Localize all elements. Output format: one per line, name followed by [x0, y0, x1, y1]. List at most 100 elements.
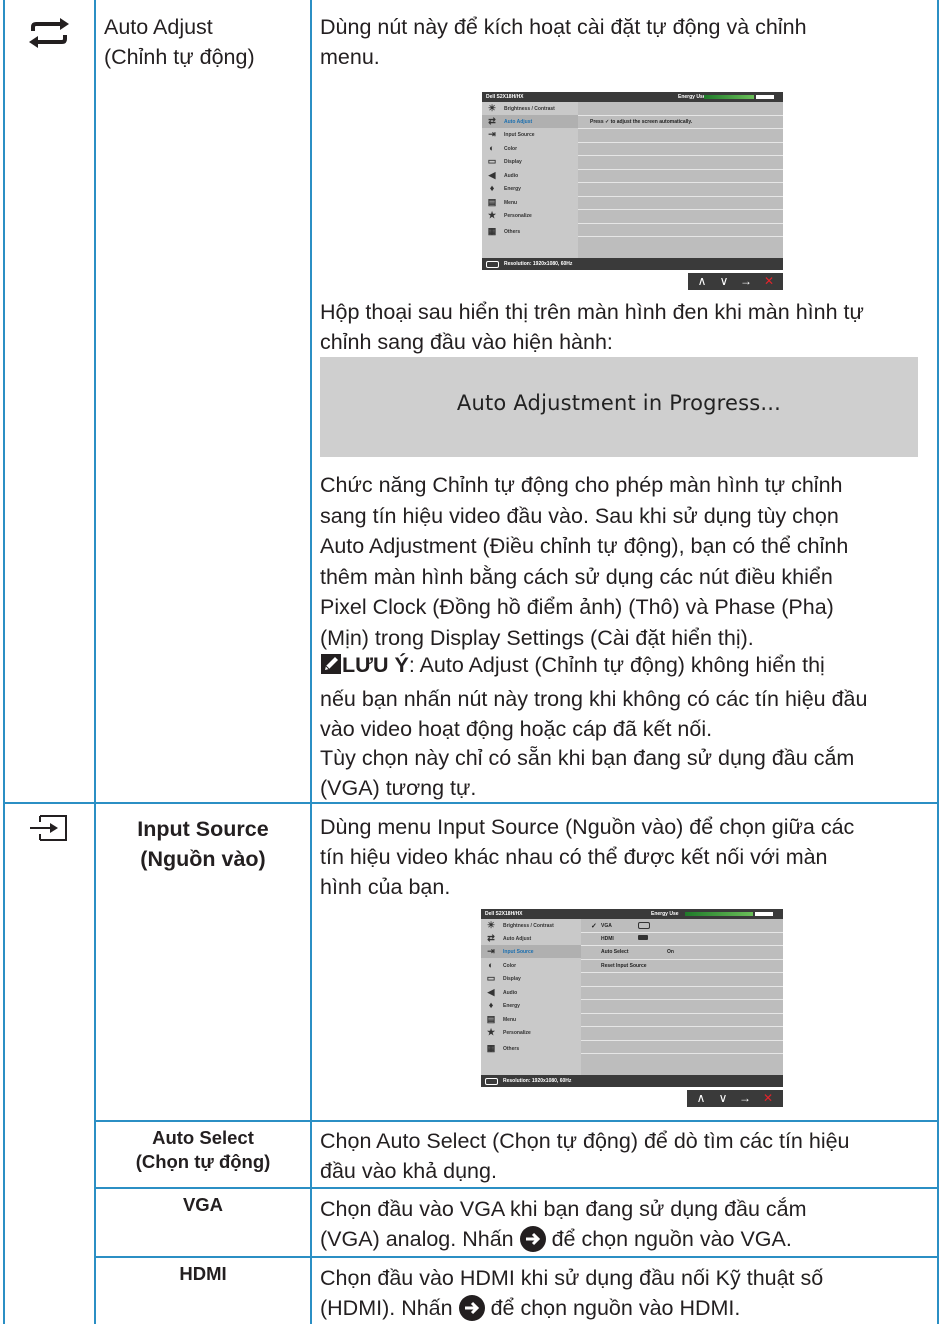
osd-line: [581, 1053, 783, 1054]
osd-item-color: ◐ Color: [481, 959, 581, 972]
osd-line: [578, 169, 783, 170]
hdmi-name: HDMI: [179, 1263, 227, 1284]
vga-desc-text: để chọn nguồn vào VGA.: [551, 1227, 792, 1251]
up-icon: ∧: [696, 1091, 706, 1105]
osd-item-color: ◐ Color: [482, 142, 578, 155]
note-pencil-icon: [320, 653, 342, 684]
osd-nav-buttons: ∧ ∨ → ✕: [688, 273, 783, 290]
osd-content: ✓ VGA HDMI Auto Select On Reset Input So…: [581, 919, 783, 1075]
star-icon: ★: [486, 1027, 496, 1037]
sun-icon: ☀: [487, 103, 497, 113]
osd-auto-adjust-hint: Press ✓ to adjust the screen automatical…: [590, 119, 693, 125]
auto-select-name: Auto Select (Chọn tự động): [135, 1127, 271, 1172]
osd-item-audio: ◀ Audio: [481, 986, 581, 999]
sun-icon: ☀: [486, 920, 496, 930]
display-icon: ▭: [487, 156, 497, 166]
arrow-right-icon: →: [739, 1091, 751, 1105]
osd-auto-adjust-screenshot: Dell S2X18H/HX Energy Use ☀ Brightness / …: [482, 92, 783, 270]
up-icon: ∧: [697, 274, 707, 288]
down-icon: ∨: [719, 274, 729, 288]
arrow-right-icon: →: [740, 274, 752, 288]
auto-adjust-progress-dialog: Auto Adjustment in Progress...: [320, 357, 918, 457]
hdmi-desc-text: (HDMI). Nhấn: [320, 1296, 453, 1320]
input-icon: ⇥: [488, 129, 496, 139]
osd-line: [578, 236, 783, 237]
osd-item-label: Personalize: [503, 1030, 531, 1036]
osd-line: [581, 999, 783, 1000]
osd-line: [581, 945, 783, 946]
vga-description: Chọn đầu vào VGA khi bạn đang sử dụng đầ…: [320, 1197, 807, 1252]
osd-item-menu: ▤ Menu: [482, 196, 578, 209]
vga-desc-text: (VGA) analog. Nhấn: [320, 1227, 514, 1251]
menu-icon: ▤: [486, 1014, 496, 1024]
vga-only-note: Tùy chọn này chỉ có sẵn khi bạn đang sử …: [320, 746, 855, 800]
check-icon: ✓: [591, 923, 597, 930]
osd-item-label: Others: [503, 1046, 520, 1052]
vga-connector-icon: [485, 1078, 498, 1085]
hdmi-desc-text: để chọn nguồn vào HDMI.: [490, 1296, 741, 1320]
osd-line: [581, 986, 783, 987]
energy-meter-level: [755, 912, 773, 916]
osd-hdmi-connector-icon: [638, 935, 648, 940]
energy-meter: [704, 95, 754, 99]
osd-line: [581, 972, 783, 973]
progress-text: Auto Adjustment in Progress...: [456, 391, 782, 415]
osd-resolution: Resolution: 1920x1080, 60Hz: [503, 1078, 572, 1084]
osd-item-auto-adjust: ⇄ Auto Adjust: [482, 115, 578, 128]
hdmi-description: Chọn đầu vào HDMI khi sử dụng đầu nối Kỹ…: [320, 1266, 824, 1321]
osd-line: [578, 155, 783, 156]
osd-line: [578, 196, 783, 197]
osd-line: [581, 1040, 783, 1041]
osd-menu: ☀ Brightness / Contrast ⇄ Auto Adjust ⇥ Inp…: [481, 919, 581, 1075]
auto-adjust-name: Auto Adjust (Chỉnh tự động): [104, 15, 255, 69]
osd-item-menu: ▤ Menu: [481, 1013, 581, 1026]
osd-item-energy: ♦ Energy: [481, 999, 581, 1012]
others-icon: ▦: [487, 226, 497, 236]
display-icon: ▭: [486, 973, 496, 983]
close-icon: ✕: [762, 1091, 774, 1105]
osd-line: [578, 128, 783, 129]
audio-icon: ◀: [488, 170, 496, 180]
osd-model: Dell S2X18H/HX: [486, 94, 524, 100]
osd-line: [578, 182, 783, 183]
osd-item-auto-adjust: ⇄ Auto Adjust: [481, 932, 581, 945]
osd-item-label: Menu: [503, 1017, 517, 1023]
osd-energy-use: Energy Use: [651, 911, 679, 917]
color-icon: ◐: [488, 960, 494, 970]
note: LƯU Ý: Auto Adjust (Chỉnh tự động) không…: [320, 653, 868, 741]
energy-icon: ♦: [489, 183, 495, 193]
osd-energy-use: Energy Use: [678, 94, 706, 100]
osd-option-hdmi: HDMI: [601, 936, 614, 942]
input-source-description: Dùng menu Input Source (Nguồn vào) để ch…: [320, 815, 855, 899]
dialog-intro: Hộp thoại sau hiển thị trên màn hình đen…: [320, 300, 864, 354]
osd-item-others: ▦ Others: [481, 1042, 581, 1055]
osd-item-label: Auto Adjust: [503, 936, 532, 942]
osd-auto-select-value: On: [667, 949, 674, 955]
osd-line: [581, 1013, 783, 1014]
osd-item-brightness: ☀ Brightness / Contrast: [481, 919, 581, 932]
osd-line: [581, 1026, 783, 1027]
osd-option-reset: Reset Input Source: [601, 963, 647, 969]
osd-resolution: Resolution: 1920x1080, 60Hz: [504, 261, 573, 267]
osd-item-label: Display: [503, 976, 521, 982]
osd-item-label: Audio: [503, 990, 518, 996]
osd-line: [578, 115, 783, 116]
auto-adjust-icon: [27, 18, 71, 53]
osd-item-audio: ◀ Audio: [482, 169, 578, 182]
osd-nav-buttons: ∧ ∨ → ✕: [687, 1090, 783, 1107]
energy-meter: [685, 912, 753, 916]
input-icon: ⇥: [487, 946, 495, 956]
color-icon: ◐: [489, 143, 495, 153]
input-source-icon: [30, 814, 68, 847]
osd-menu: ☀ Brightness / Contrast ⇄ Auto Adjust ⇥ Inp…: [482, 102, 578, 258]
osd-item-label: Brightness / Contrast: [503, 923, 554, 929]
osd-option-vga: VGA: [601, 923, 612, 929]
arrows-icon: ⇄: [487, 933, 495, 943]
osd-item-label: Color: [504, 146, 518, 152]
row-divider-hdmi: [94, 1256, 939, 1258]
arrow-right-circle-icon: [519, 1226, 546, 1252]
osd-item-display: ▭ Display: [482, 155, 578, 168]
row-divider-auto-select: [94, 1120, 939, 1122]
auto-adjust-paragraph: Chức năng Chỉnh tự động cho phép màn hìn…: [320, 473, 849, 650]
osd-line: [581, 959, 783, 960]
